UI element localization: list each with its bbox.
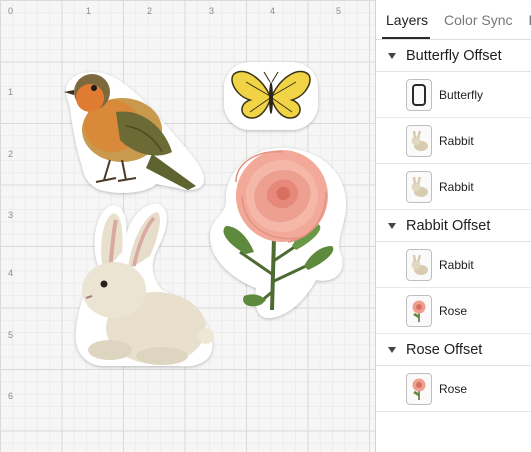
layer-label: Rose: [439, 381, 468, 396]
ruler-label: 3: [8, 210, 14, 220]
layer-row[interactable]: Rabbit: [376, 164, 531, 210]
layer-thumbnail: [406, 124, 432, 157]
caret-down-icon[interactable]: [388, 222, 396, 229]
layer-label: Rabbit: [439, 257, 474, 272]
butterfly-icon: [224, 62, 318, 130]
rose-icon: [412, 300, 426, 322]
ruler-label: 1: [86, 6, 92, 16]
layer-group-rose-offset[interactable]: Rose Offset: [376, 334, 531, 366]
ruler-label: 2: [8, 149, 14, 159]
ruler-label: 5: [8, 330, 14, 340]
vertical-ruler: 1 2 3 4 5 6: [0, 0, 18, 452]
rose-sticker[interactable]: [206, 142, 356, 322]
ruler-label: 4: [270, 6, 276, 16]
horizontal-ruler: 0 1 2 3 4 5: [0, 0, 375, 18]
layer-thumbnail: [406, 78, 432, 111]
layer-thumbnail: [406, 170, 432, 203]
panel-tabs: Layers Color Sync F: [376, 0, 531, 40]
layer-thumbnail: [406, 294, 432, 327]
rabbit-icon: [411, 176, 428, 197]
rabbit-sticker[interactable]: [70, 200, 218, 370]
layer-row[interactable]: Rose: [376, 366, 531, 412]
caret-down-icon[interactable]: [388, 52, 396, 59]
layer-thumbnail: [406, 248, 432, 281]
caret-down-icon[interactable]: [388, 346, 396, 353]
rabbit-icon: [411, 254, 428, 275]
layer-thumbnail: [406, 372, 432, 405]
layers-panel: Layers Color Sync F Butterfly Offset But…: [375, 0, 531, 452]
layer-row[interactable]: Butterfly: [376, 72, 531, 118]
rose-icon: [210, 147, 346, 318]
layer-label: Rose: [439, 303, 468, 318]
bird-sticker[interactable]: [60, 68, 210, 198]
group-title: Butterfly Offset: [406, 47, 502, 64]
butterfly-sticker[interactable]: [222, 60, 320, 132]
ruler-label: 3: [209, 6, 215, 16]
offset-shape-icon: [412, 83, 426, 106]
ruler-label: 6: [8, 391, 14, 401]
layer-row[interactable]: Rabbit: [376, 242, 531, 288]
rabbit-icon: [411, 130, 428, 151]
group-title: Rabbit Offset: [406, 217, 491, 234]
active-tab-indicator: [382, 37, 430, 39]
rose-icon: [412, 378, 426, 400]
tab-truncated[interactable]: F: [519, 12, 531, 28]
ruler-label: 4: [8, 268, 14, 278]
tab-layers[interactable]: Layers: [376, 12, 434, 28]
design-canvas[interactable]: 0 1 2 3 4 5 1 2 3 4 5 6: [0, 0, 375, 452]
layer-label: Butterfly: [439, 87, 484, 102]
ruler-label: 5: [336, 6, 342, 16]
group-title: Rose Offset: [406, 341, 483, 358]
layer-group-rabbit-offset[interactable]: Rabbit Offset: [376, 210, 531, 242]
layer-row[interactable]: Rose: [376, 288, 531, 334]
bird-icon: [64, 71, 204, 193]
layer-label: Rabbit: [439, 133, 474, 148]
tab-color-sync[interactable]: Color Sync: [434, 12, 518, 28]
layer-label: Rabbit: [439, 179, 474, 194]
layer-row[interactable]: Rabbit: [376, 118, 531, 164]
layer-group-butterfly-offset[interactable]: Butterfly Offset: [376, 40, 531, 72]
ruler-label: 1: [8, 87, 14, 97]
rabbit-icon: [75, 203, 214, 367]
ruler-label: 2: [147, 6, 153, 16]
